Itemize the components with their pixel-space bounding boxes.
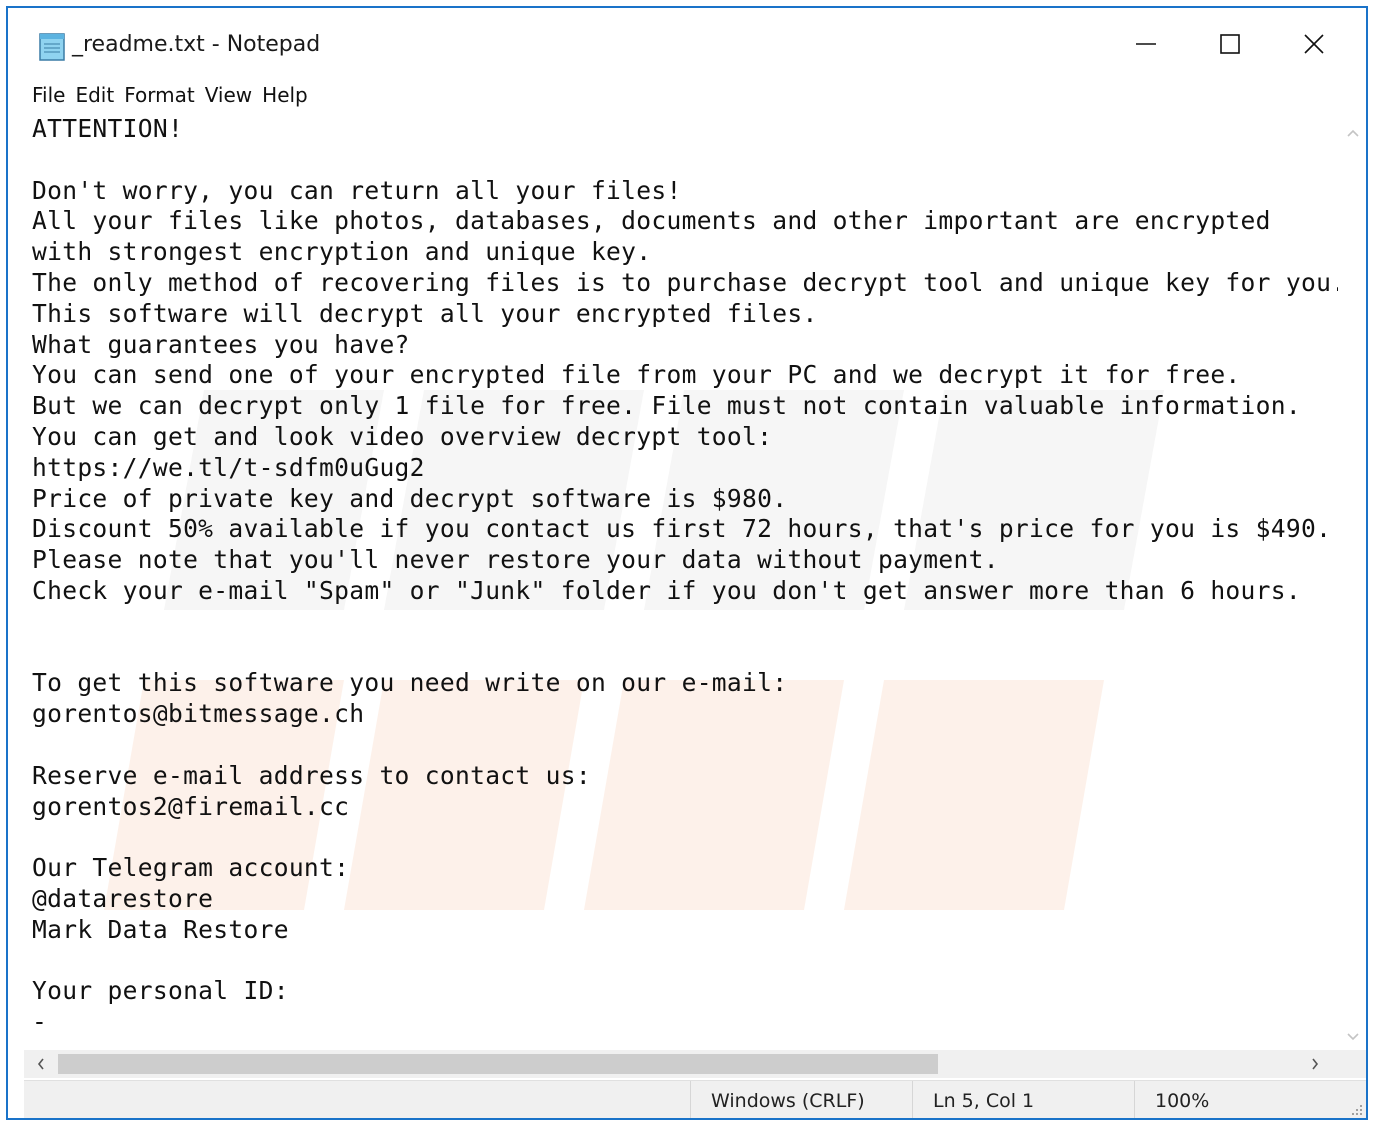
resize-grip-icon[interactable] xyxy=(1348,1100,1364,1116)
menu-help[interactable]: Help xyxy=(258,83,314,107)
maximize-icon xyxy=(1219,33,1241,60)
menu-edit[interactable]: Edit xyxy=(71,83,120,107)
maximize-button[interactable] xyxy=(1188,16,1272,76)
chevron-right-icon[interactable] xyxy=(1300,1050,1330,1078)
horizontal-scrollbar[interactable] xyxy=(24,1050,1338,1078)
scrollbar-corner xyxy=(1338,1050,1366,1078)
window-title: _readme.txt - Notepad xyxy=(72,32,321,57)
minimize-icon xyxy=(1135,33,1157,60)
menu-bar: File Edit Format View Help xyxy=(8,78,1366,112)
document-text[interactable]: ATTENTION! Don't worry, you can return a… xyxy=(32,114,1338,1038)
close-button[interactable] xyxy=(1272,16,1356,76)
horizontal-scroll-thumb[interactable] xyxy=(58,1054,938,1074)
menu-file[interactable]: File xyxy=(28,83,71,107)
chevron-up-icon[interactable] xyxy=(1338,118,1366,148)
chevron-down-icon[interactable] xyxy=(1338,1022,1366,1052)
cursor-position-status: Ln 5, Col 1 xyxy=(912,1081,1134,1118)
text-editor[interactable]: ATTENTION! Don't worry, you can return a… xyxy=(24,110,1338,1050)
chevron-left-icon[interactable] xyxy=(26,1050,56,1078)
minimize-button[interactable] xyxy=(1104,16,1188,76)
line-ending-status: Windows (CRLF) xyxy=(690,1081,912,1118)
status-bar: Windows (CRLF) Ln 5, Col 1 100% xyxy=(24,1080,1366,1118)
menu-view[interactable]: View xyxy=(201,83,258,107)
close-icon xyxy=(1303,33,1325,60)
title-bar[interactable]: _readme.txt - Notepad xyxy=(8,8,1366,78)
notepad-window: _readme.txt - Notepad File Edit Format V… xyxy=(6,6,1368,1120)
vertical-scrollbar[interactable] xyxy=(1338,110,1366,1052)
zoom-status: 100% xyxy=(1134,1081,1366,1118)
menu-format[interactable]: Format xyxy=(120,83,200,107)
notepad-icon xyxy=(36,32,68,62)
